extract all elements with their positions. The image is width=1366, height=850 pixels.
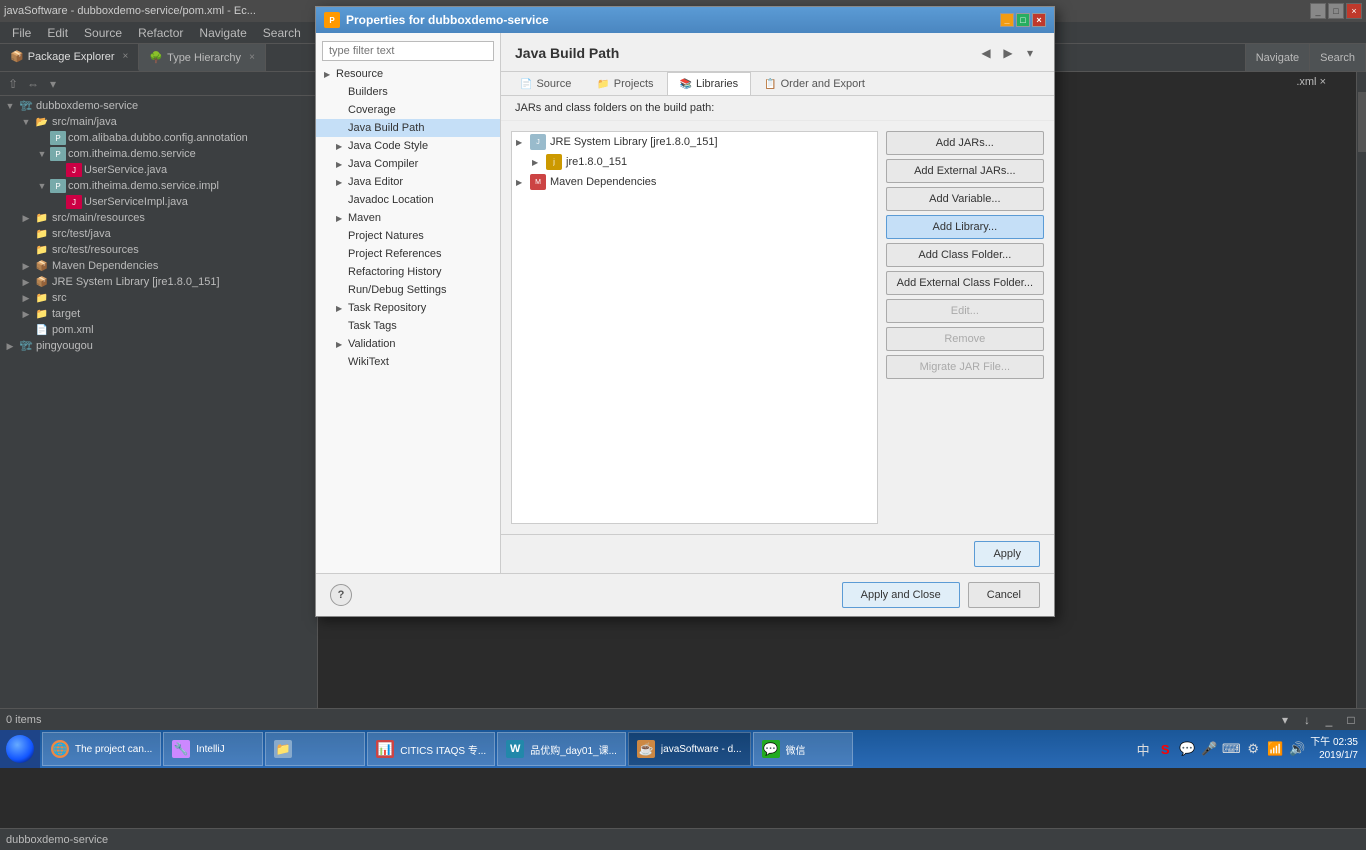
add-library-button[interactable]: Add Library... — [886, 215, 1044, 239]
nav-java-build-path[interactable]: Java Build Path — [316, 119, 500, 137]
dialog-overlay: P Properties for dubboxdemo-service _ □ … — [0, 0, 1366, 768]
dialog-content-tabs: 📄 Source 📁 Projects 📚 Libraries 📋 Order … — [501, 72, 1054, 96]
nav-run-debug-settings[interactable]: Run/Debug Settings — [316, 281, 500, 299]
nav-arrows: ◀ ▶ ▾ — [976, 43, 1040, 63]
apply-row: Apply — [501, 534, 1054, 573]
add-class-folder-button[interactable]: Add Class Folder... — [886, 243, 1044, 267]
nav-java-code-style[interactable]: ▶ Java Code Style — [316, 137, 500, 155]
lib-list[interactable]: ▶ J JRE System Library [jre1.8.0_151] ▶ … — [511, 131, 878, 524]
dialog-section-header: Java Build Path ◀ ▶ ▾ — [501, 33, 1054, 72]
dialog-maximize-button[interactable]: □ — [1016, 13, 1030, 27]
tab-projects[interactable]: 📁 Projects — [584, 72, 666, 95]
nav-javadoc-location[interactable]: Javadoc Location — [316, 191, 500, 209]
lib-expand-icon: ▶ — [532, 158, 546, 167]
nav-expand-arrow: ▶ — [336, 214, 348, 223]
nav-project-references[interactable]: Project References — [316, 245, 500, 263]
dialog-minimize-button[interactable]: _ — [1000, 13, 1014, 27]
nav-java-compiler[interactable]: ▶ Java Compiler — [316, 155, 500, 173]
status-text: dubboxdemo-service — [6, 834, 108, 846]
add-jars-button[interactable]: Add JARs... — [886, 131, 1044, 155]
nav-forward-button[interactable]: ▶ — [998, 43, 1018, 63]
add-ext-class-folder-button[interactable]: Add External Class Folder... — [886, 271, 1044, 295]
remove-button: Remove — [886, 327, 1044, 351]
nav-refactoring-history[interactable]: Refactoring History — [316, 263, 500, 281]
jar-lib-icon: j — [546, 154, 562, 170]
nav-expand-arrow: ▶ — [336, 142, 348, 151]
nav-project-natures[interactable]: Project Natures — [316, 227, 500, 245]
dialog-title-bar: P Properties for dubboxdemo-service _ □ … — [316, 7, 1054, 33]
dialog-close-button[interactable]: × — [1032, 13, 1046, 27]
nav-task-tags[interactable]: Task Tags — [316, 317, 500, 335]
nav-maven[interactable]: ▶ Maven — [316, 209, 500, 227]
lib-expand-icon: ▶ — [516, 178, 530, 187]
migrate-jar-button: Migrate JAR File... — [886, 355, 1044, 379]
section-title: Java Build Path — [515, 45, 619, 61]
lib-item-jre[interactable]: ▶ J JRE System Library [jre1.8.0_151] — [512, 132, 877, 152]
lib-button-panel: Add JARs... Add External JARs... Add Var… — [886, 131, 1044, 524]
lib-expand-icon: ▶ — [516, 138, 530, 147]
libraries-tab-icon: 📚 — [680, 79, 692, 90]
nav-expand-arrow: ▶ — [324, 70, 336, 79]
jre-lib-icon: J — [530, 134, 546, 150]
dialog-footer: ? Apply and Close Cancel — [316, 573, 1054, 616]
nav-expand-arrow: ▶ — [336, 340, 348, 349]
nav-resource[interactable]: ▶ Resource — [316, 65, 500, 83]
dialog-title-text: Properties for dubboxdemo-service — [346, 13, 1000, 27]
tab-libraries[interactable]: 📚 Libraries — [667, 72, 752, 95]
nav-back-button[interactable]: ◀ — [976, 43, 996, 63]
nav-builders[interactable]: Builders — [316, 83, 500, 101]
add-variable-button[interactable]: Add Variable... — [886, 187, 1044, 211]
dialog-title-buttons: _ □ × — [1000, 13, 1046, 27]
dialog-title-icon: P — [324, 12, 340, 28]
filter-input[interactable] — [322, 41, 494, 61]
nav-expand-arrow: ▶ — [336, 304, 348, 313]
tab-order-export[interactable]: 📋 Order and Export — [751, 72, 878, 95]
status-bar: dubboxdemo-service — [0, 828, 1366, 850]
dialog-nav: ▶ Resource Builders Coverage Java Build … — [316, 33, 501, 573]
add-external-jars-button[interactable]: Add External JARs... — [886, 159, 1044, 183]
lib-item-maven[interactable]: ▶ M Maven Dependencies — [512, 172, 877, 192]
dialog-main-area: ▶ J JRE System Library [jre1.8.0_151] ▶ … — [501, 121, 1054, 534]
nav-coverage[interactable]: Coverage — [316, 101, 500, 119]
order-export-tab-icon: 📋 — [764, 79, 776, 90]
dialog-body: ▶ Resource Builders Coverage Java Build … — [316, 33, 1054, 573]
nav-task-repository[interactable]: ▶ Task Repository — [316, 299, 500, 317]
apply-button[interactable]: Apply — [974, 541, 1040, 567]
maven-lib-icon: M — [530, 174, 546, 190]
dialog-content: Java Build Path ◀ ▶ ▾ 📄 Source 📁 — [501, 33, 1054, 573]
properties-dialog: P Properties for dubboxdemo-service _ □ … — [315, 6, 1055, 617]
nav-expand-arrow: ▶ — [336, 178, 348, 187]
tab-source[interactable]: 📄 Source — [507, 72, 584, 95]
edit-button: Edit... — [886, 299, 1044, 323]
lib-description: JARs and class folders on the build path… — [501, 96, 1054, 121]
nav-dropdown-button[interactable]: ▾ — [1020, 43, 1040, 63]
nav-wikitext[interactable]: WikiText — [316, 353, 500, 371]
nav-validation[interactable]: ▶ Validation — [316, 335, 500, 353]
nav-expand-arrow: ▶ — [336, 160, 348, 169]
source-tab-icon: 📄 — [520, 79, 532, 90]
nav-java-editor[interactable]: ▶ Java Editor — [316, 173, 500, 191]
lib-item-jre151[interactable]: ▶ j jre1.8.0_151 — [512, 152, 877, 172]
projects-tab-icon: 📁 — [597, 79, 609, 90]
help-button[interactable]: ? — [330, 584, 352, 606]
apply-and-close-button[interactable]: Apply and Close — [842, 582, 960, 608]
cancel-button[interactable]: Cancel — [968, 582, 1040, 608]
